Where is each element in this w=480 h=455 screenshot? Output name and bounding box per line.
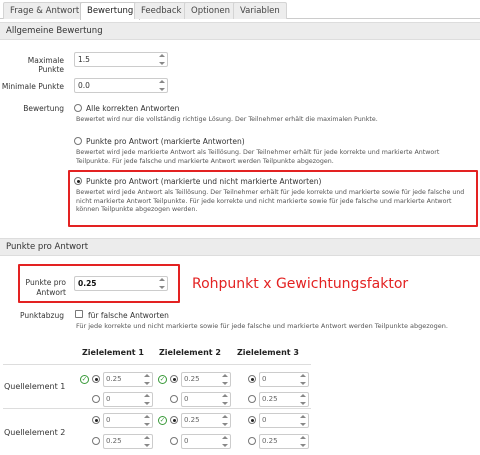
matrix-radio[interactable] <box>248 395 256 403</box>
rating-option-marked-desc: Bewertet wird jede markierte Antwort als… <box>76 149 440 165</box>
matrix-col-header-1: Zielelement 1 <box>82 348 144 357</box>
matrix-points-input[interactable]: 0.25 <box>259 392 309 407</box>
matrix-radio[interactable] <box>170 437 178 445</box>
matrix-radio[interactable] <box>170 375 178 383</box>
matrix-points-spinner[interactable] <box>143 394 150 405</box>
matrix-points-input[interactable]: 0 <box>181 434 231 449</box>
matrix-points-value: 0 <box>106 416 111 424</box>
matrix-col-header-3: Zielelement 3 <box>237 348 299 357</box>
matrix-points-value: 0.25 <box>184 416 200 424</box>
min-points-spinner[interactable] <box>158 80 165 91</box>
matrix-radio[interactable] <box>92 395 100 403</box>
matrix-points-value: 0.25 <box>262 437 278 445</box>
correct-check-icon: ✓ <box>158 375 167 384</box>
max-points-input[interactable]: 1.5 <box>74 52 168 67</box>
matrix-points-spinner[interactable] <box>299 374 306 385</box>
correct-check-icon: ✓ <box>158 416 167 425</box>
matrix-radio[interactable] <box>248 437 256 445</box>
matrix-points-input[interactable]: 0 <box>103 413 153 428</box>
matrix-points-input[interactable]: 0.25 <box>103 434 153 449</box>
matrix-radio[interactable] <box>92 375 100 383</box>
matrix-points-spinner[interactable] <box>143 415 150 426</box>
matrix-points-input[interactable]: 0.25 <box>181 413 231 428</box>
rating-option-marked-title: Punkte pro Antwort (markierte Antworten) <box>86 137 245 146</box>
matrix-points-spinner[interactable] <box>143 436 150 447</box>
matrix-points-input[interactable]: 0.25 <box>259 434 309 449</box>
matrix-radio[interactable] <box>92 416 100 424</box>
rating-option-marked-unmarked-radio[interactable] <box>74 177 82 185</box>
matrix-points-value: 0.25 <box>106 375 122 383</box>
min-points-label: Minimale Punkte <box>1 82 64 91</box>
matrix-radio[interactable] <box>248 416 256 424</box>
matrix-points-value: 0 <box>184 395 189 403</box>
deduction-checkbox-label: für falsche Antworten <box>88 311 169 320</box>
tab-frage-antwort[interactable]: Frage & Antwort <box>3 2 87 19</box>
deduction-checkbox[interactable] <box>75 310 83 318</box>
matrix-points-value: 0 <box>106 395 111 403</box>
deduction-desc: Für jede korrekte und nicht markierte so… <box>76 322 448 330</box>
section-general-header: Allgemeine Bewertung <box>0 22 480 40</box>
matrix-points-value: 0.25 <box>262 395 278 403</box>
matrix-points-spinner[interactable] <box>221 415 228 426</box>
matrix-points-input[interactable]: 0 <box>181 392 231 407</box>
points-per-answer-input[interactable]: 0.25 <box>74 276 168 291</box>
max-points-label: Maximale Punkte <box>27 56 64 74</box>
matrix-points-value: 0 <box>184 437 189 445</box>
deduction-label: Punktabzug <box>20 311 64 320</box>
min-points-input[interactable]: 0.0 <box>74 78 168 93</box>
rating-option-marked-unmarked-desc: Bewertet wird jede Antwort als Teillösun… <box>76 189 465 213</box>
matrix-radio[interactable] <box>248 375 256 383</box>
tab-variablen[interactable]: Variablen <box>233 2 287 19</box>
tab-optionen[interactable]: Optionen <box>184 2 237 19</box>
matrix-points-spinner[interactable] <box>299 415 306 426</box>
points-per-answer-label: Punkte pro Antwort <box>25 278 66 297</box>
matrix-row-header-1: Quellelement 1 <box>4 382 66 391</box>
matrix-points-spinner[interactable] <box>299 436 306 447</box>
matrix-radio[interactable] <box>92 437 100 445</box>
rating-option-marked-radio[interactable] <box>74 137 82 145</box>
matrix-points-spinner[interactable] <box>143 374 150 385</box>
matrix-points-input[interactable]: 0.25 <box>181 372 231 387</box>
matrix-divider <box>3 364 311 365</box>
matrix-points-spinner[interactable] <box>221 436 228 447</box>
matrix-row-header-2: Quellelement 2 <box>4 428 66 437</box>
matrix-points-value: 0.25 <box>184 375 200 383</box>
rating-option-all-correct-radio[interactable] <box>74 104 82 112</box>
matrix-points-value: 0 <box>262 416 267 424</box>
matrix-points-value: 0 <box>262 375 267 383</box>
matrix-points-input[interactable]: 0 <box>103 392 153 407</box>
rating-option-all-correct-title: Alle korrekten Antworten <box>86 104 180 113</box>
matrix-divider <box>3 408 311 409</box>
annotation-weighting: Rohpunkt x Gewichtungsfaktor <box>192 276 409 292</box>
matrix-points-value: 0.25 <box>106 437 122 445</box>
matrix-radio[interactable] <box>170 395 178 403</box>
rating-option-marked-unmarked-title: Punkte pro Antwort (markierte und nicht … <box>86 177 322 186</box>
matrix-points-input[interactable]: 0 <box>259 372 309 387</box>
points-per-answer-spinner[interactable] <box>158 278 165 289</box>
section-per-answer-header: Punkte pro Antwort <box>0 238 480 256</box>
tab-bar: Frage & Antwort Bewertung Feedback Optio… <box>0 0 480 20</box>
matrix-points-input[interactable]: 0.25 <box>103 372 153 387</box>
matrix-points-spinner[interactable] <box>221 394 228 405</box>
rating-option-all-correct-desc: Bewertet wird nur die vollständig richti… <box>76 116 378 123</box>
tab-bewertung[interactable]: Bewertung <box>80 2 141 20</box>
matrix-points-input[interactable]: 0 <box>259 413 309 428</box>
tab-feedback[interactable]: Feedback <box>134 2 189 19</box>
max-points-spinner[interactable] <box>158 54 165 65</box>
matrix-radio[interactable] <box>170 416 178 424</box>
matrix-points-spinner[interactable] <box>299 394 306 405</box>
rating-label: Bewertung <box>23 104 64 113</box>
matrix-points-spinner[interactable] <box>221 374 228 385</box>
correct-check-icon: ✓ <box>80 375 89 384</box>
matrix-col-header-2: Zielelement 2 <box>159 348 221 357</box>
